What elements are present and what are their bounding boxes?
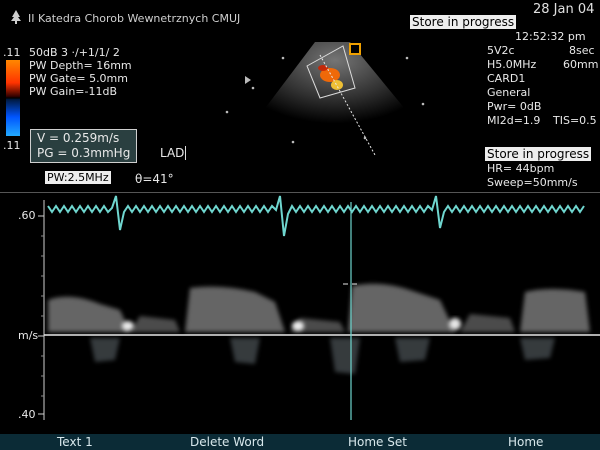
image-depth: 60mm (563, 58, 599, 71)
color-velocity-bar (6, 60, 20, 136)
color-scale-top: .11 (3, 46, 21, 59)
doppler-flow-envelope (348, 283, 455, 332)
mi-readout: MI2d=1.9 (487, 114, 541, 127)
tree-logo-icon (10, 9, 22, 29)
doppler-flow-envelope (185, 286, 285, 332)
probe-name: 5V2c (487, 44, 515, 57)
pressure-gradient-readout: PG = 0.3mmHg (37, 146, 131, 160)
exam-time: 12:52:32 pm (515, 30, 586, 43)
softkey-home[interactable]: Home (508, 435, 543, 449)
sector-image (225, 42, 425, 156)
measurement-box: V = 0.259m/s PG = 0.3mmHg (30, 129, 138, 163)
pw-depth: PW Depth= 16mm (29, 59, 132, 72)
time-window: 8sec (569, 44, 595, 57)
heart-rate: HR= 44bpm (487, 162, 555, 175)
color-scale-bottom: .11 (3, 139, 21, 152)
softkey-bar: Text 1 Delete Word Home Set Home (0, 434, 600, 450)
pw-gate: PW Gate= 5.0mm (29, 72, 128, 85)
valve-click (449, 318, 461, 330)
power-readout: Pwr= 0dB (487, 100, 542, 113)
pw-frequency-badge: PW:2.5MHz (45, 171, 111, 184)
store-status-badge-2: Store in progress (485, 147, 592, 161)
pw-gain: PW Gain=-11dB (29, 85, 118, 98)
tis-readout: TIS=0.5 (553, 114, 597, 127)
store-status-badge: Store in progress (410, 15, 517, 29)
institution-name: II Katedra Chorob Wewnetrznych CMUJ (28, 12, 241, 25)
softkey-home-set[interactable]: Home Set (348, 435, 407, 449)
ecg-trace (47, 195, 585, 237)
gain-line: 50dB 3 ·/+1/1/ 2 (29, 46, 120, 59)
doppler-flow-envelope (520, 289, 590, 332)
softkey-text-1[interactable]: Text 1 (57, 435, 93, 449)
orientation-marker-icon (349, 43, 361, 55)
vessel-label: LAD (160, 146, 187, 160)
doppler-spectrum (38, 195, 600, 420)
preset-name: CARD1 (487, 72, 526, 85)
velocity-readout: V = 0.259m/s (37, 131, 120, 145)
exam-date: 28 Jan 04 (533, 2, 595, 17)
sweep-speed: Sweep=50mm/s (487, 176, 578, 189)
doppler-flow-envelope (48, 296, 130, 332)
valve-click (292, 321, 304, 331)
doppler-angle: θ=41° (135, 172, 174, 186)
mode-name: General (487, 86, 531, 99)
softkey-delete-word[interactable]: Delete Word (190, 435, 264, 449)
pw-settings: 50dB 3 ·/+1/1/ 2 PW Depth= 16mm PW Gate=… (29, 46, 132, 98)
harmonic-frequency: H5.0MHz (487, 58, 537, 71)
valve-click (122, 321, 134, 331)
